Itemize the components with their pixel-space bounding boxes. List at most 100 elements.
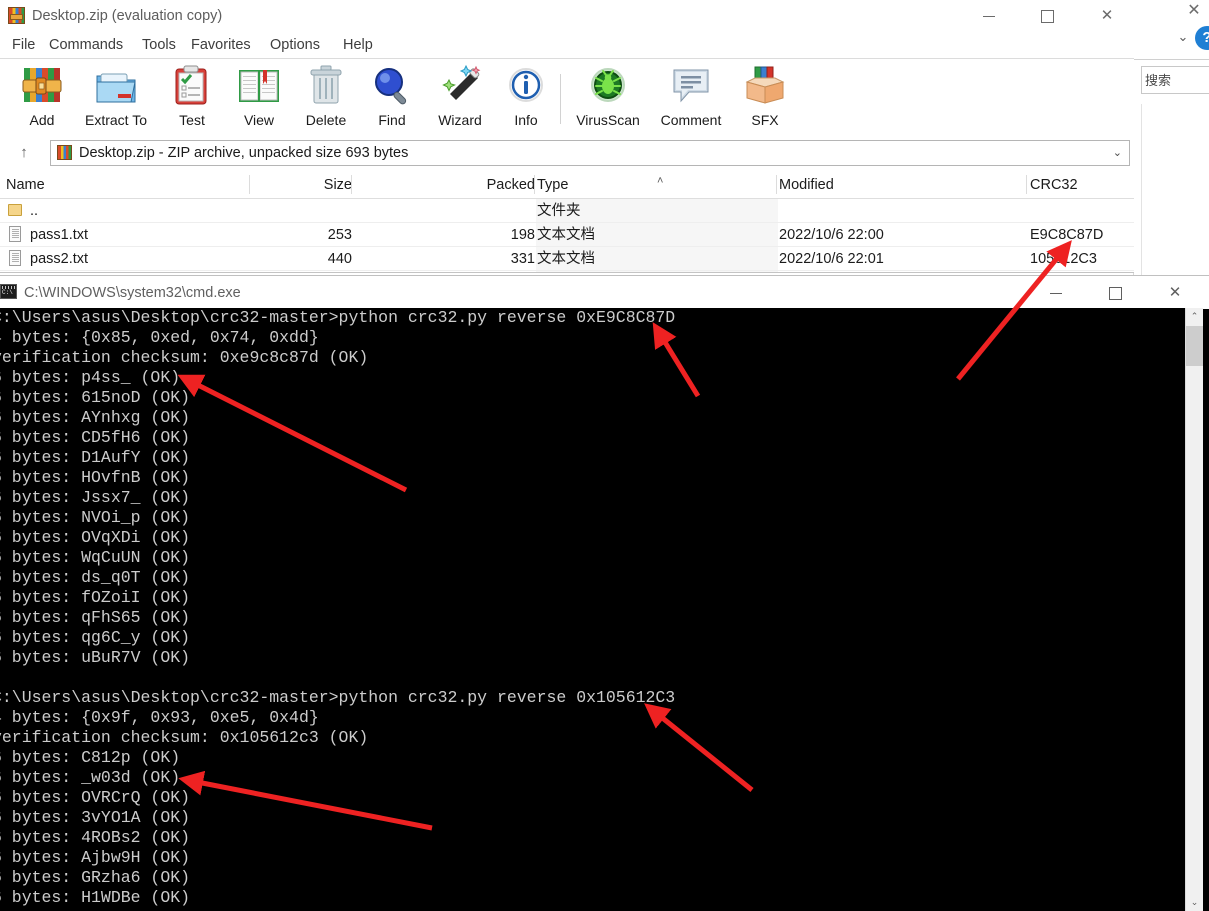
menu-item-help[interactable]: Help — [337, 33, 379, 58]
cmd-window: C:\WINDOWS\system32\cmd.exe ✕ C:\Users\a… — [0, 275, 1209, 911]
info-circle-icon — [502, 64, 550, 110]
toolbar-button-add[interactable]: Add — [8, 64, 76, 136]
cell-modified: 2022/10/6 22:00 — [779, 227, 884, 243]
menu-item-file[interactable]: File — [6, 33, 41, 58]
cell-packed — [354, 199, 535, 223]
background-close-icon[interactable]: ✕ — [1179, 0, 1209, 22]
column-header-crc32[interactable]: CRC32 — [1030, 172, 1134, 198]
cmd-minimize-button[interactable] — [1033, 276, 1079, 309]
column-header-modified[interactable]: Modified — [779, 172, 1027, 198]
delete-trash-icon — [302, 64, 350, 110]
toolbar-button-comment[interactable]: Comment — [657, 64, 725, 136]
scroll-down-icon[interactable]: ⌄ — [1186, 894, 1203, 911]
toolbar-button-label: Delete — [305, 112, 347, 128]
toolbar-button-find[interactable]: Find — [358, 64, 426, 136]
sort-ascending-icon: ˄ — [657, 175, 664, 187]
address-combobox[interactable]: Desktop.zip - ZIP archive, unpacked size… — [50, 140, 1130, 166]
winrar-maximize-button[interactable] — [1024, 0, 1070, 31]
cmd-console-text: C:\Users\asus\Desktop\crc32-master>pytho… — [0, 308, 676, 907]
toolbar-button-virusscan[interactable]: VirusScan — [574, 64, 642, 136]
column-header-size[interactable]: Size — [252, 172, 352, 198]
chevron-down-icon[interactable]: ⌄ — [1113, 146, 1122, 159]
menu-item-tools[interactable]: Tools — [136, 33, 182, 58]
background-search-input[interactable]: 搜索 — [1141, 66, 1209, 94]
winrar-address-bar: ↑ Desktop.zip - ZIP archive, unpacked si… — [0, 139, 1134, 167]
folder-icon — [8, 204, 22, 216]
column-header-label: Packed — [486, 177, 535, 193]
winrar-app-icon — [8, 7, 25, 24]
cell-size: 440 — [327, 251, 352, 267]
background-help-icon[interactable]: ? — [1195, 26, 1209, 50]
archive-icon — [57, 145, 72, 160]
cell-size: 253 — [327, 227, 352, 243]
virusscan-bug-icon — [584, 64, 632, 110]
cmd-console-output[interactable]: C:\Users\asus\Desktop\crc32-master>pytho… — [0, 308, 1185, 911]
toolbar-button-label: Wizard — [438, 112, 482, 128]
text-file-icon — [9, 226, 21, 242]
cell-name: pass1.txt — [30, 227, 89, 243]
toolbar-button-label: Test — [179, 112, 205, 128]
cmd-titlebar[interactable]: C:\WINDOWS\system32\cmd.exe ✕ — [0, 275, 1209, 309]
cmd-maximize-button[interactable] — [1092, 276, 1138, 309]
toolbar-button-label: SFX — [751, 112, 779, 128]
scrollbar-thumb[interactable] — [1186, 326, 1203, 366]
extract-folder-icon — [92, 64, 140, 110]
column-header-name[interactable]: Name — [6, 172, 250, 198]
column-header-type[interactable]: Type ˄ — [537, 172, 777, 198]
toolbar-button-extract-to[interactable]: Extract To — [82, 64, 150, 136]
cmd-scrollbar[interactable]: ⌃ ⌄ — [1185, 308, 1203, 911]
cmd-app-icon — [0, 284, 17, 299]
table-row[interactable]: .. 文件夹 — [0, 199, 1134, 223]
cell-crc32: E9C8C87D — [1030, 227, 1104, 243]
cell-crc32: 105612C3 — [1030, 251, 1097, 267]
toolbar-button-delete[interactable]: Delete — [292, 64, 360, 136]
menu-item-commands[interactable]: Commands — [43, 33, 129, 58]
wizard-wand-icon — [436, 64, 484, 110]
view-book-icon — [235, 64, 283, 110]
menubar-divider — [0, 58, 1134, 59]
cmd-close-button[interactable]: ✕ — [1152, 276, 1198, 309]
file-list-header: Name Size Packed Type ˄ Modified CRC32 — [0, 172, 1134, 199]
toolbar-button-view[interactable]: View — [225, 64, 293, 136]
add-archive-icon — [18, 64, 66, 110]
row-divider — [0, 270, 1134, 271]
go-up-icon[interactable]: ↑ — [8, 141, 40, 165]
column-header-label: CRC32 — [1030, 177, 1078, 193]
table-row[interactable]: pass2.txt 440 331 文本文档 2022/10/6 22:01 105612… — [0, 247, 1134, 271]
cell-name: .. — [30, 203, 39, 219]
toolbar-separator — [560, 74, 561, 124]
cell-name: pass2.txt — [30, 251, 89, 267]
cell-type: 文件夹 — [537, 203, 581, 219]
menu-item-options[interactable]: Options — [264, 33, 326, 58]
column-header-label: Modified — [779, 177, 834, 193]
column-divider[interactable] — [1026, 175, 1027, 194]
cmd-title: C:\WINDOWS\system32\cmd.exe — [24, 285, 241, 301]
cell-crc32 — [1030, 199, 1134, 223]
column-header-label: Type — [537, 177, 569, 193]
toolbar-button-wizard[interactable]: Wizard — [426, 64, 494, 136]
text-file-icon — [9, 250, 21, 266]
table-row[interactable]: pass1.txt 253 198 文本文档 2022/10/6 22:00 E9C8C8… — [0, 223, 1134, 247]
comment-bubble-icon — [667, 64, 715, 110]
menu-item-favorites[interactable]: Favorites — [185, 33, 257, 58]
screen-root: ✕ ⌄ ? 搜索 Desktop.zip (evaluation copy) ✕… — [0, 0, 1209, 911]
toolbar-button-label: Add — [29, 112, 55, 128]
winrar-minimize-button[interactable] — [966, 0, 1012, 31]
cell-modified — [779, 199, 1027, 223]
cell-type: 文本文档 — [537, 227, 595, 243]
scroll-up-icon[interactable]: ⌃ — [1186, 308, 1203, 325]
toolbar-button-sfx[interactable]: SFX — [731, 64, 799, 136]
column-divider[interactable] — [534, 175, 535, 194]
toolbar-button-info[interactable]: Info — [492, 64, 560, 136]
column-divider[interactable] — [351, 175, 352, 194]
winrar-titlebar[interactable]: Desktop.zip (evaluation copy) ✕ — [0, 0, 1134, 31]
address-text: Desktop.zip - ZIP archive, unpacked size… — [79, 145, 409, 161]
toolbar-button-label: View — [243, 112, 275, 128]
column-header-packed[interactable]: Packed — [354, 172, 535, 198]
background-chevron-down-icon[interactable]: ⌄ — [1172, 26, 1194, 48]
toolbar-button-test[interactable]: Test — [158, 64, 226, 136]
column-divider[interactable] — [776, 175, 777, 194]
toolbar-button-label: Find — [378, 112, 406, 128]
column-divider[interactable] — [249, 175, 250, 194]
winrar-close-button[interactable]: ✕ — [1084, 0, 1130, 31]
